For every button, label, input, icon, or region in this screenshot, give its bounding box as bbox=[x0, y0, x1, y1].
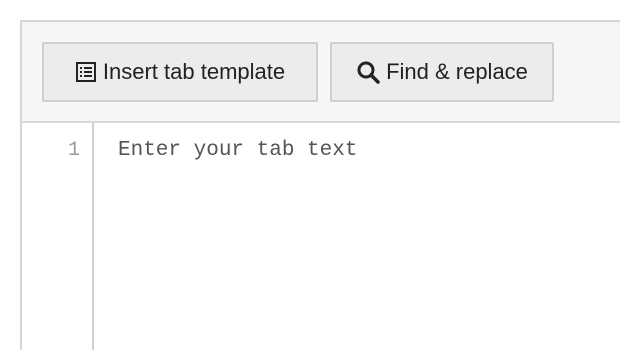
list-icon bbox=[75, 61, 97, 83]
search-icon bbox=[356, 60, 380, 84]
tab-text-input[interactable]: Enter your tab text bbox=[94, 123, 620, 350]
find-replace-label: Find & replace bbox=[386, 59, 528, 84]
line-number: 1 bbox=[67, 139, 80, 162]
editor-toolbar: Insert tab template Find & replace bbox=[22, 22, 620, 123]
insert-tab-template-button[interactable]: Insert tab template bbox=[42, 42, 318, 102]
code-editor[interactable]: 1 Enter your tab text bbox=[22, 123, 620, 350]
insert-tab-template-label: Insert tab template bbox=[102, 59, 286, 84]
line-number-gutter: 1 bbox=[22, 123, 94, 350]
editor-placeholder: Enter your tab text bbox=[118, 139, 358, 162]
tab-editor: Insert tab template Find & replace 1 Ent… bbox=[20, 20, 620, 350]
find-replace-button[interactable]: Find & replace bbox=[330, 42, 554, 102]
